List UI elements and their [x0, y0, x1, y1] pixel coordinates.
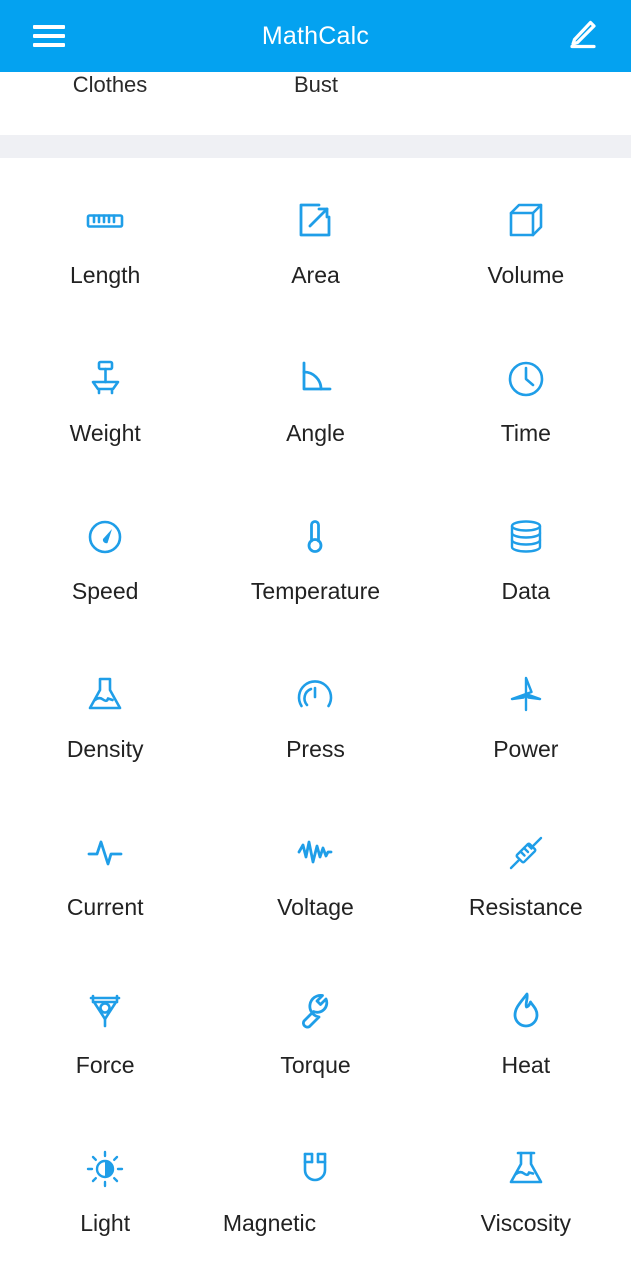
grid-item-power[interactable]: Power	[421, 632, 631, 790]
clock-icon	[501, 354, 551, 404]
grid-item-volume[interactable]: Volume	[421, 158, 631, 316]
pressure-gauge-icon	[290, 670, 340, 720]
grid-item-label: Power	[493, 736, 559, 762]
pencil-edit-icon	[564, 16, 600, 57]
grid-item-density[interactable]: Density	[0, 632, 210, 790]
grid-item-label: Time	[500, 420, 551, 446]
grid-item-label: Voltage	[277, 894, 354, 920]
voltage-zigzag-icon	[290, 828, 340, 878]
platform-scale-icon	[80, 354, 130, 404]
grid-item-label: Magnetic	[222, 1210, 317, 1236]
grid-item-label: Current	[66, 894, 144, 920]
grid-item-torque[interactable]: Torque	[210, 948, 420, 1106]
grid-item-length[interactable]: Length	[0, 158, 210, 316]
grid-item-temperature[interactable]: Temperature	[210, 474, 420, 632]
flask-icon	[501, 1144, 551, 1194]
grid-row: Length Area Volume	[0, 158, 631, 316]
grid-item-current[interactable]: Current	[0, 790, 210, 948]
grid-item-label: Length	[69, 262, 141, 288]
horseshoe-magnet-icon	[290, 1144, 340, 1194]
grid-item-weight[interactable]: Weight	[0, 316, 210, 474]
grid-item-label: Resistance	[468, 894, 583, 920]
thermometer-icon	[290, 512, 340, 562]
ruler-icon	[80, 196, 130, 246]
flask-liquid-icon	[80, 670, 130, 720]
grid-row: Speed Temperature Data	[0, 474, 631, 632]
grid-item-label: Speed	[71, 578, 139, 604]
grid-item-speed[interactable]: Speed	[0, 474, 210, 632]
wind-turbine-icon	[501, 670, 551, 720]
converter-grid: Length Area Volume Weight Angle Time Spe…	[0, 158, 631, 1264]
grid-item-label: Area	[291, 262, 340, 288]
hamburger-menu-icon	[33, 25, 65, 47]
partial-item-bust[interactable]: Bust	[294, 72, 338, 98]
grid-item-force[interactable]: Force	[0, 948, 210, 1106]
edit-button[interactable]	[559, 13, 605, 59]
grid-item-label: Viscosity	[480, 1210, 571, 1236]
cube-wireframe-icon	[501, 196, 551, 246]
flame-icon	[501, 986, 551, 1036]
grid-item-label: Torque	[280, 1052, 351, 1078]
grid-item-press[interactable]: Press	[210, 632, 420, 790]
pulley-load-icon	[80, 986, 130, 1036]
grid-item-heat[interactable]: Heat	[421, 948, 631, 1106]
app-root: MathCalc Clothes Bust Length Area Volume…	[0, 0, 631, 1280]
partial-item-clothes[interactable]: Clothes	[73, 72, 148, 98]
grid-item-label: Press	[286, 736, 345, 762]
grid-item-label: Heat	[501, 1052, 551, 1078]
grid-item-light[interactable]: Light	[0, 1106, 210, 1264]
resistor-icon	[501, 828, 551, 878]
page-title: MathCalc	[261, 21, 370, 50]
grid-item-label: Force	[75, 1052, 135, 1078]
grid-item-label: Temperature	[250, 578, 381, 604]
grid-row: Density Press Power	[0, 632, 631, 790]
grid-row: Weight Angle Time	[0, 316, 631, 474]
grid-row: Force Torque Heat	[0, 948, 631, 1106]
grid-item-label: Volume	[487, 262, 565, 288]
grid-item-label: Density	[66, 736, 144, 762]
grid-item-time[interactable]: Time	[421, 316, 631, 474]
app-header: MathCalc	[0, 0, 631, 72]
angle-arc-icon	[290, 354, 340, 404]
grid-item-voltage[interactable]: Voltage	[210, 790, 420, 948]
grid-item-angle[interactable]: Angle	[210, 316, 420, 474]
menu-button[interactable]	[26, 13, 72, 59]
grid-item-label: Weight	[69, 420, 141, 446]
grid-item-label: Data	[501, 578, 551, 604]
database-cylinder-icon	[501, 512, 551, 562]
grid-item-label: Light	[80, 1210, 131, 1236]
grid-item-viscosity[interactable]: Viscosity	[421, 1106, 631, 1264]
current-waveform-icon	[80, 828, 130, 878]
grid-item-magnetic[interactable]: Magnetic	[210, 1106, 420, 1264]
grid-item-label: Angle	[286, 420, 345, 446]
brightness-sun-icon	[80, 1144, 130, 1194]
grid-item-resistance[interactable]: Resistance	[421, 790, 631, 948]
wrench-icon	[290, 986, 340, 1036]
grid-row: Light Magnetic Viscosity	[0, 1106, 631, 1264]
partial-previous-row: Clothes Bust	[0, 72, 631, 135]
grid-item-data[interactable]: Data	[421, 474, 631, 632]
speedometer-icon	[80, 512, 130, 562]
area-expand-icon	[290, 196, 340, 246]
section-divider	[0, 135, 631, 158]
grid-row: Current Voltage Resistance	[0, 790, 631, 948]
grid-item-area[interactable]: Area	[210, 158, 420, 316]
